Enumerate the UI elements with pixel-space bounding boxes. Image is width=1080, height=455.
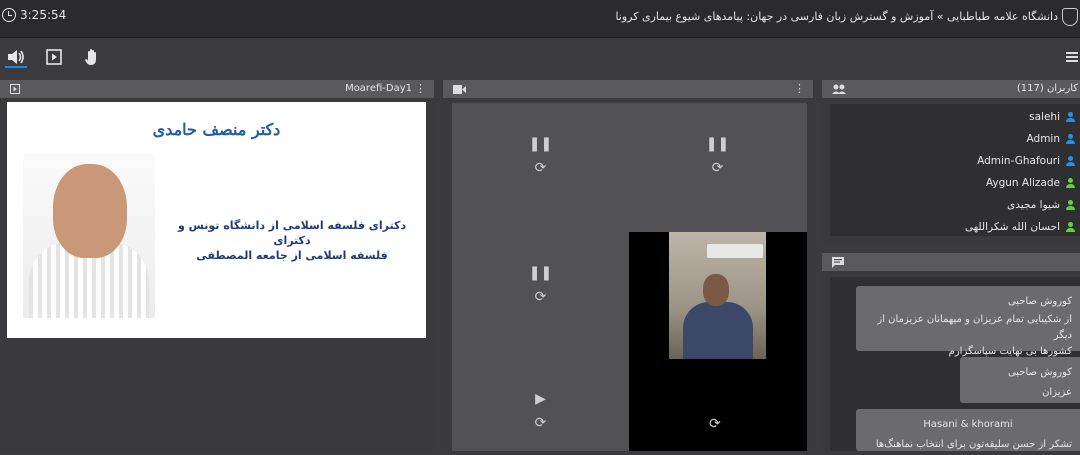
more-options-icon[interactable]: ⋮: [415, 82, 426, 95]
user-icon: [1066, 222, 1076, 232]
user-row[interactable]: Admin-Ghafouri: [830, 150, 1080, 172]
presentation-header: Moarefi-Day1 ⋮: [0, 80, 434, 98]
toolbar: [0, 39, 1080, 75]
user-name: salehi: [1029, 111, 1060, 123]
more-options-icon[interactable]: ⋮: [794, 82, 805, 95]
speaker-photo: [23, 154, 155, 318]
room-title: دانشگاه علامه طباطبایی » آموزش و گسترش ز…: [615, 10, 1058, 23]
speaker-name: دکتر منصف حامدی: [152, 120, 281, 139]
user-row[interactable]: salehi: [830, 106, 1080, 128]
message-text: عزیزان: [1042, 387, 1072, 398]
top-bar: 3:25:54 دانشگاه علامه طباطبایی » آموزش و…: [0, 0, 1080, 38]
video-tile[interactable]: ❚❚ ⟳: [452, 136, 629, 200]
refresh-icon[interactable]: ⟳: [535, 415, 547, 431]
user-icon: [1066, 178, 1076, 188]
users-title: کاربران (117): [1016, 83, 1078, 94]
users-icon: [832, 84, 846, 94]
user-name: Admin: [1026, 133, 1060, 145]
chat-message: کوروش صاحبی از شکیبایی تمام عزیزان و میه…: [856, 286, 1080, 357]
pause-icon[interactable]: ❚❚: [529, 265, 552, 281]
clock-icon: [2, 8, 16, 22]
timer-text: 3:25:54: [20, 8, 67, 22]
user-name: Aygun Alizade: [985, 177, 1060, 189]
message-author: کوروش صاحبی: [1007, 367, 1072, 378]
user-icon: [1066, 200, 1076, 210]
user-icon: [1066, 112, 1076, 122]
presentation-icon: [10, 84, 20, 94]
user-name: Admin-Ghafouri: [977, 155, 1060, 167]
message-text: از شکیبایی تمام عزیزان و میهمانان عزیزما…: [877, 314, 1072, 341]
users-list: salehi Admin Admin-Ghafouri Aygun Alizad…: [830, 104, 1080, 236]
menu-icon[interactable]: [1066, 52, 1078, 62]
user-icon: [1066, 134, 1076, 144]
refresh-icon[interactable]: ⟳: [535, 160, 547, 176]
chat-header: [822, 253, 1080, 271]
play-icon[interactable]: ▶: [535, 391, 546, 407]
slide: دکتر منصف حامدی دکترای فلسفه اسلامی از د…: [7, 102, 426, 338]
webcam-frame: [669, 232, 766, 359]
message-author: کوروش صاحبی: [1007, 296, 1072, 307]
user-icon: [1066, 156, 1076, 166]
message-author: Hasani & khorami: [923, 419, 1013, 430]
camera-icon: [453, 85, 466, 94]
audio-icon[interactable]: [5, 47, 27, 67]
video-tile[interactable]: ▶ ⟳: [452, 391, 629, 455]
video-header: ⋮: [443, 80, 813, 98]
chat-message: کوروش صاحبی عزیزان: [960, 357, 1080, 403]
pause-icon[interactable]: ❚❚: [706, 136, 729, 152]
refresh-icon[interactable]: ⟳: [709, 416, 721, 432]
chat-icon: [832, 257, 844, 268]
description-line-2: فلسفه اسلامی از جامعه المصطفی: [196, 249, 388, 262]
video-tile[interactable]: ❚❚ ⟳: [452, 265, 629, 329]
user-row[interactable]: احسان الله شکراللهی: [830, 216, 1080, 238]
raise-hand-icon[interactable]: [81, 47, 103, 67]
pause-icon[interactable]: ❚❚: [529, 136, 552, 152]
users-header: کاربران (117): [822, 80, 1080, 98]
webcam-video[interactable]: ⟳: [629, 232, 807, 451]
user-row[interactable]: Aygun Alizade: [830, 172, 1080, 194]
description-line-1: دکترای فلسفه اسلامی از دانشگاه تونس و دک…: [178, 219, 406, 247]
user-name: شیوا مجیدی: [1007, 199, 1060, 211]
speaker-description: دکترای فلسفه اسلامی از دانشگاه تونس و دک…: [167, 218, 417, 263]
message-text: تشکر از حسن سلیقه‌تون برای انتخاب نماهنگ…: [875, 439, 1072, 450]
university-logo: [1062, 8, 1078, 26]
video-tile[interactable]: ❚❚ ⟳: [629, 136, 806, 200]
refresh-icon[interactable]: ⟳: [535, 289, 547, 305]
session-timer: 3:25:54: [2, 8, 66, 22]
refresh-icon[interactable]: ⟳: [712, 160, 724, 176]
chat-message: Hasani & khorami تشکر از حسن سلیقه‌تون ب…: [856, 409, 1080, 451]
user-row[interactable]: Admin: [830, 128, 1080, 150]
video-share-icon[interactable]: [43, 47, 65, 67]
user-name: احسان الله شکراللهی: [964, 221, 1060, 233]
user-row[interactable]: شیوا مجیدی: [830, 194, 1080, 216]
active-indicator: [5, 66, 27, 68]
chat-messages: کوروش صاحبی از شکیبایی تمام عزیزان و میه…: [830, 277, 1080, 451]
presentation-title: Moarefi-Day1: [345, 83, 412, 94]
